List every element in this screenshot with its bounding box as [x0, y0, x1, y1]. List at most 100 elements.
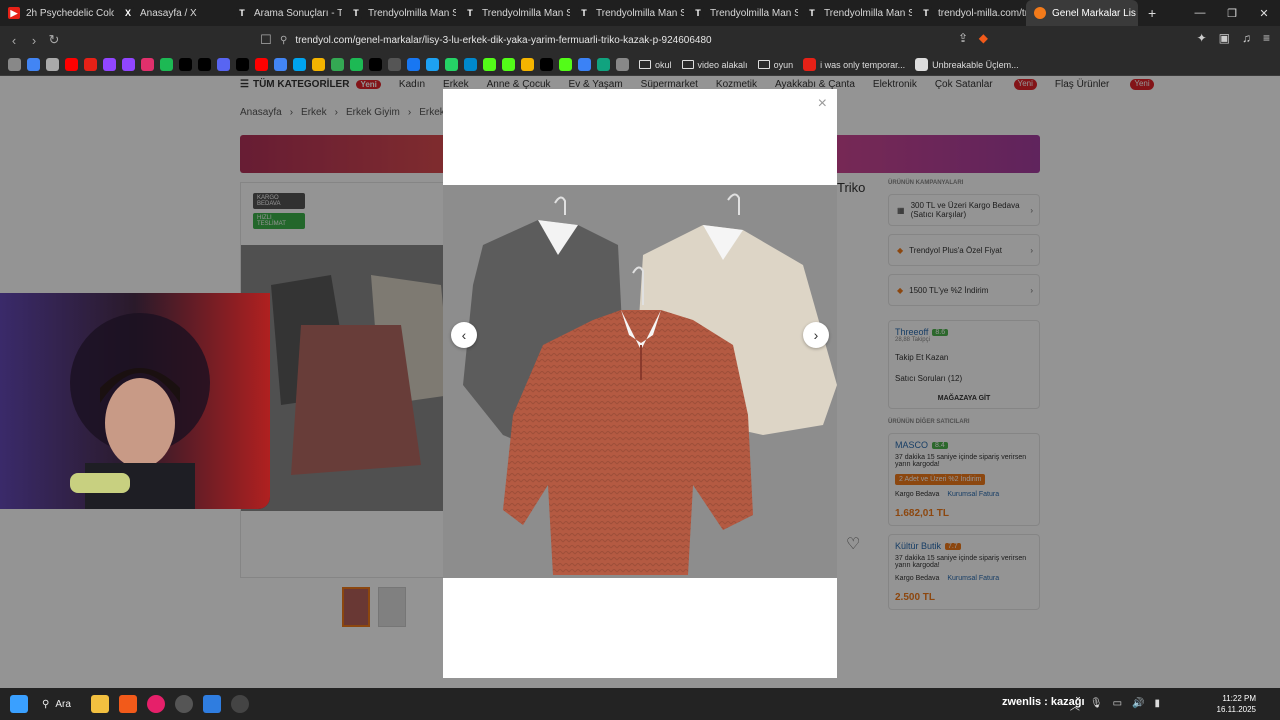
forward-icon[interactable]: › [24, 33, 44, 48]
tab-favicon-icon: T [920, 7, 932, 19]
site-info-icon[interactable]: ⚲ [280, 35, 287, 46]
browser-tab[interactable]: X Anasayfa / X [114, 0, 228, 26]
bookmark-favicon-icon[interactable] [388, 58, 401, 71]
browser-tab[interactable]: T Trendyolmilla Man Siya [342, 0, 456, 26]
bookmark-favicon-icon[interactable] [331, 58, 344, 71]
toolbar-actions: ⇪ ◆ ✦ ▣ ♫ ≡ [958, 31, 1270, 45]
browser-tab[interactable]: T Trendyolmilla Man Siya [570, 0, 684, 26]
trendyol-favicon-icon [1034, 7, 1046, 19]
webcam-overlay [0, 293, 270, 509]
browser-tab-active[interactable]: Genel Markalar Lis✕ [1026, 0, 1138, 26]
tab-favicon-icon: T [806, 7, 818, 19]
bookmark-favicon-icon[interactable] [274, 58, 287, 71]
bookmark-page-icon[interactable]: ☐ [256, 32, 276, 48]
bookmark-favicon-icon[interactable] [293, 58, 306, 71]
bookmark-item[interactable]: i was only temporar... [803, 58, 905, 71]
mic-icon[interactable]: 🎙 [1090, 698, 1103, 713]
browser-tab[interactable]: ▶ 2h Psychedelic Colorfu [0, 0, 114, 26]
bookmark-folder[interactable]: video alakalı [681, 59, 748, 70]
bookmark-favicon-icon[interactable] [578, 58, 591, 71]
window-controls: — ❐ ✕ [1184, 0, 1280, 26]
app-icon[interactable] [174, 695, 193, 713]
bookmark-favicon-icon[interactable] [312, 58, 325, 71]
browser-tab[interactable]: T Arama Sonuçları - Tren [228, 0, 342, 26]
url-field[interactable]: ⚲ trendyol.com/genel-markalar/lisy-3-lu-… [280, 31, 1000, 49]
bookmark-folder[interactable]: okul [639, 60, 672, 70]
bookmark-favicon-icon[interactable] [122, 58, 135, 71]
bookmark-favicon-icon[interactable] [255, 58, 268, 71]
brave-shield-icon[interactable]: ◆ [979, 31, 988, 45]
photos-icon[interactable] [202, 695, 221, 713]
bookmark-favicon-icon[interactable] [616, 58, 629, 71]
tab-favicon-icon: T [578, 7, 590, 19]
bookmark-favicon-icon[interactable] [559, 58, 572, 71]
media-player-icon[interactable] [146, 695, 165, 713]
tab-title: Arama Sonuçları - Tren [254, 7, 342, 19]
reload-icon[interactable]: ↻ [44, 32, 64, 48]
bookmark-folder-label: video alakalı [697, 59, 748, 70]
bookmark-folder[interactable]: oyun [757, 60, 793, 70]
bookmark-favicon-icon[interactable] [350, 58, 363, 71]
media-icon[interactable]: ♫ [1242, 31, 1251, 45]
minimize-icon[interactable]: — [1184, 0, 1216, 26]
bookmark-favicon-icon[interactable] [46, 58, 59, 71]
close-icon[interactable]: × [818, 95, 827, 113]
bookmark-favicon-icon[interactable] [198, 58, 211, 71]
bookmark-favicon-icon[interactable] [27, 58, 40, 71]
bookmark-favicon-icon[interactable] [236, 58, 249, 71]
file-explorer-icon[interactable] [90, 695, 109, 713]
network-icon[interactable]: ▭ [1113, 698, 1122, 713]
bookmark-favicon-icon[interactable] [160, 58, 173, 71]
bookmark-favicon-icon[interactable] [597, 58, 610, 71]
volume-icon[interactable]: 🔊 [1132, 698, 1144, 713]
browser-tab[interactable]: T Trendyolmilla Man Siya [684, 0, 798, 26]
bookmark-favicon-icon[interactable] [521, 58, 534, 71]
tab-title: Trendyolmilla Man Siya [368, 7, 456, 19]
tab-title: Trendyolmilla Man Siya [824, 7, 912, 19]
bookmark-favicon-icon[interactable] [8, 58, 21, 71]
battery-icon[interactable]: ▮ [1154, 698, 1160, 713]
clock-date: 16.11.2025 [1216, 705, 1256, 714]
bookmark-favicon-icon[interactable] [502, 58, 515, 71]
menu-icon[interactable]: ≡ [1263, 31, 1270, 45]
folder-icon [681, 60, 694, 69]
bookmark-favicon-icon[interactable] [65, 58, 78, 71]
windows-start-icon[interactable] [10, 695, 28, 713]
bookmark-item[interactable]: Unbreakable Üçlem... [915, 58, 1019, 71]
tab-favicon-icon: T [692, 7, 704, 19]
bookmark-favicon-icon[interactable] [179, 58, 192, 71]
restore-icon[interactable]: ❐ [1216, 0, 1248, 26]
sidebar-icon[interactable]: ▣ [1219, 31, 1230, 45]
search-icon: ⚲ [42, 698, 50, 710]
next-image-button[interactable]: › [803, 322, 829, 348]
browser-tab[interactable]: T Trendyolmilla Man Siya [798, 0, 912, 26]
chevron-up-icon[interactable]: ︿ [1070, 698, 1080, 713]
bookmark-favicon-icon[interactable] [426, 58, 439, 71]
clock[interactable]: 11:22 PM 16.11.2025 [1217, 693, 1256, 715]
webcam-feed [0, 293, 270, 509]
brave-icon[interactable] [118, 695, 137, 713]
back-icon[interactable]: ‹ [4, 33, 24, 48]
bookmark-favicon-icon[interactable] [540, 58, 553, 71]
close-window-icon[interactable]: ✕ [1248, 0, 1280, 26]
bookmark-favicon-icon[interactable] [464, 58, 477, 71]
tab-title: Trendyolmilla Man Siya [710, 7, 798, 19]
steam-icon[interactable] [230, 695, 249, 713]
bookmark-favicon-icon[interactable] [369, 58, 382, 71]
bookmark-favicon-icon[interactable] [141, 58, 154, 71]
bookmark-favicon-icon[interactable] [103, 58, 116, 71]
share-icon[interactable]: ⇪ [958, 31, 968, 45]
tab-favicon-icon: T [464, 7, 476, 19]
bookmark-favicon-icon[interactable] [445, 58, 458, 71]
browser-tab[interactable]: T Trendyolmilla Man Siya [456, 0, 570, 26]
taskbar-search[interactable]: ⚲ Ara [42, 699, 71, 710]
tab-title: 2h Psychedelic Colorfu [26, 7, 114, 19]
prev-image-button[interactable]: ‹ [451, 322, 477, 348]
bookmark-favicon-icon[interactable] [483, 58, 496, 71]
browser-tab[interactable]: Ttrendyol-milla.com/tre [912, 0, 1026, 26]
new-tab-icon[interactable]: + [1138, 5, 1166, 21]
bookmark-favicon-icon[interactable] [84, 58, 97, 71]
bookmark-favicon-icon[interactable] [407, 58, 420, 71]
extensions-icon[interactable]: ✦ [1197, 31, 1207, 45]
bookmark-favicon-icon[interactable] [217, 58, 230, 71]
